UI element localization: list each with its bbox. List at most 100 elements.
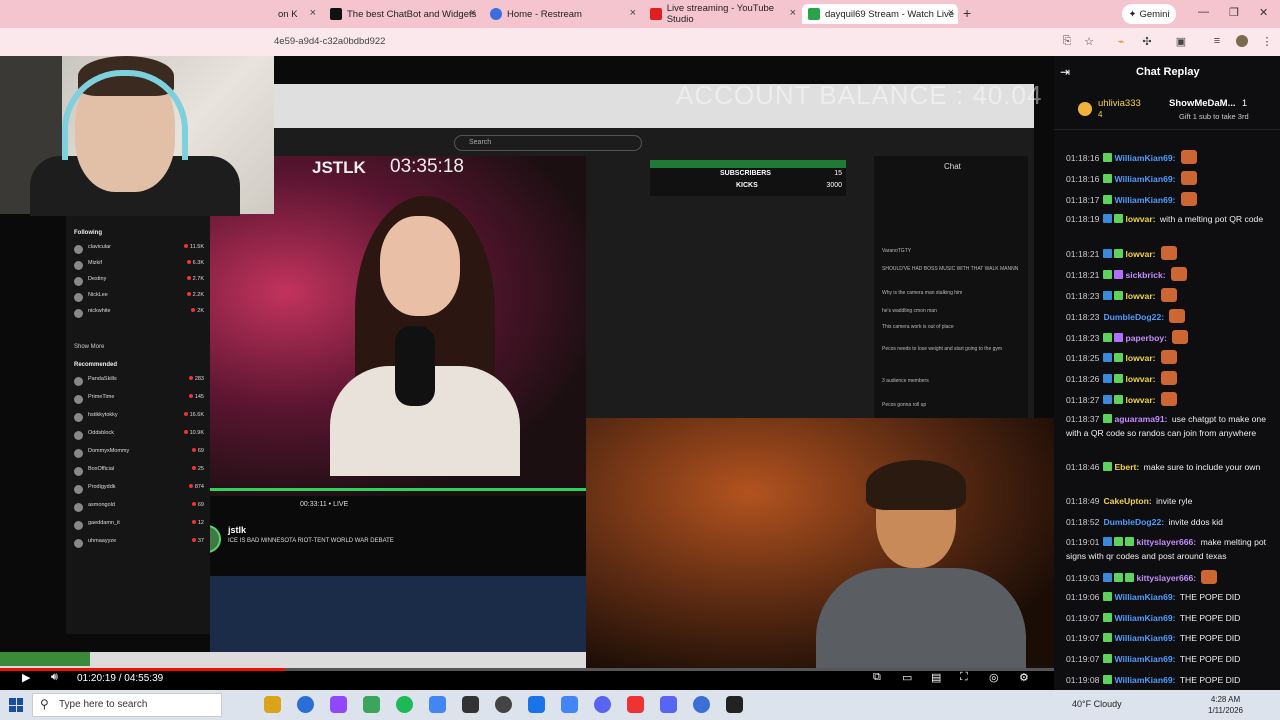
close-window-icon[interactable]: ✕ [1259, 6, 1268, 19]
browser-tab[interactable]: Home - Restream × [484, 4, 640, 24]
close-icon[interactable]: × [790, 7, 796, 19]
taskbar-app-icon[interactable] [627, 696, 644, 713]
taskbar-clock[interactable]: 4:28 AM 1/11/2026 [1208, 694, 1243, 716]
chat-username[interactable]: Ebert: [1114, 462, 1139, 472]
chat-username[interactable]: lowvar: [1125, 214, 1155, 224]
theater-mode-icon[interactable]: ▭ [902, 671, 912, 684]
recommended-item[interactable]: BoxOfficial 25 [74, 466, 204, 478]
minimize-icon[interactable]: — [1198, 6, 1209, 18]
seek-bar[interactable] [0, 668, 1054, 671]
chat-username[interactable]: WilliamKian69: [1114, 654, 1175, 664]
close-icon[interactable]: × [630, 7, 636, 19]
profile-avatar[interactable] [1236, 35, 1248, 47]
following-item[interactable]: nickwhite 2K [74, 308, 204, 320]
gemini-button[interactable]: ✦ Gemini [1122, 4, 1176, 24]
chat-username[interactable]: lowvar: [1125, 353, 1155, 363]
recommended-item[interactable]: uhmaayyze 37 [74, 538, 204, 550]
bookmark-star-icon[interactable]: ☆ [1082, 35, 1096, 49]
restore-icon[interactable]: ❐ [1229, 6, 1239, 19]
chat-username[interactable]: sickbrick: [1125, 270, 1165, 280]
recommended-item[interactable]: gaeddamn_it 12 [74, 520, 204, 532]
chat-username[interactable]: lowvar: [1125, 374, 1155, 384]
leader-username[interactable]: uhlivia333 [1098, 98, 1141, 109]
browser-tab[interactable]: Live streaming - YouTube Studio × [644, 3, 800, 25]
user-badge-icon [1103, 153, 1113, 162]
taskbar-app-icon[interactable] [462, 696, 479, 713]
following-item[interactable]: NickLee 2.2K [74, 292, 204, 304]
taskbar-app-icon[interactable] [726, 696, 743, 713]
chat-username[interactable]: DumbleDog22: [1103, 312, 1164, 322]
chat-collapse-icon[interactable]: ⇥ [1060, 65, 1070, 79]
chat-username[interactable]: paperboy: [1125, 333, 1167, 343]
miniplayer-icon[interactable]: ⧉ [873, 671, 881, 684]
second-username[interactable]: ShowMeDaM... [1169, 98, 1236, 109]
taskbar-app-icon[interactable] [660, 696, 677, 713]
chat-username[interactable]: aguarama91: [1114, 414, 1167, 424]
chat-username[interactable]: lowvar: [1125, 291, 1155, 301]
chat-username[interactable]: lowvar: [1125, 249, 1155, 259]
close-icon[interactable]: × [948, 7, 954, 19]
captions-icon[interactable]: ▤ [931, 671, 941, 684]
windows-start-icon[interactable] [9, 698, 23, 712]
chat-username[interactable]: lowvar: [1125, 395, 1155, 405]
page-icon[interactable]: ⎘ [1060, 35, 1074, 49]
taskbar-app-icon[interactable] [693, 696, 710, 713]
weather-widget[interactable]: 40°F Cloudy [1072, 699, 1122, 709]
play-icon[interactable]: ▶ [22, 671, 30, 684]
recommended-item[interactable]: Prodigyddk 874 [74, 484, 204, 496]
recommended-item[interactable]: PandaSkills 283 [74, 376, 204, 388]
video-player[interactable]: Search SUBSCRIBERS 15 KICKS 3000 ACCOUNT… [0, 56, 1054, 668]
stream-timer: 03:35:18 [390, 156, 464, 177]
chat-username[interactable]: DumbleDog22: [1103, 517, 1164, 527]
inner-chat-line: Pecos gonna roll up [882, 402, 927, 408]
new-tab-button[interactable]: + [963, 5, 971, 21]
browser-tab[interactable]: on K × [272, 4, 320, 24]
taskbar-app-icon[interactable] [264, 696, 281, 713]
reading-list-icon[interactable]: ≡ [1210, 35, 1224, 49]
chat-username[interactable]: WilliamKian69: [1114, 195, 1175, 205]
chat-username[interactable]: WilliamKian69: [1114, 153, 1175, 163]
taskbar-app-icon[interactable] [528, 696, 545, 713]
media-icon[interactable]: ▣ [1174, 35, 1188, 49]
chat-username[interactable]: WilliamKian69: [1114, 613, 1175, 623]
recommended-item[interactable]: PrimeTime 145 [74, 394, 204, 406]
chat-timestamp: 01:18:37 [1066, 414, 1100, 424]
url-text[interactable]: 4e59-a9d4-c32a0bdbd922 [274, 36, 385, 47]
chat-username[interactable]: WilliamKian69: [1114, 675, 1175, 685]
more-menu-icon[interactable]: ⋮ [1260, 35, 1274, 49]
playback-speed-icon[interactable]: ◎ [989, 671, 999, 684]
recommended-item[interactable]: hstikkytokky 16.6K [74, 412, 204, 424]
extension-rss-icon[interactable]: ⌁ [1114, 35, 1128, 49]
chat-username[interactable]: CakeUpton: [1103, 496, 1151, 506]
close-icon[interactable]: × [310, 7, 316, 19]
following-item[interactable]: clavicular 11.5K [74, 244, 204, 256]
taskbar-app-icon[interactable] [561, 696, 578, 713]
taskbar-app-icon[interactable] [495, 696, 512, 713]
taskbar-app-icon[interactable] [330, 696, 347, 713]
extensions-puzzle-icon[interactable]: ✣ [1140, 35, 1154, 49]
chat-username[interactable]: kittyslayer666: [1136, 537, 1196, 547]
recommended-item[interactable]: Oddsblock 10.9K [74, 430, 204, 442]
settings-gear-icon[interactable]: ⚙ [1019, 671, 1029, 684]
chat-username[interactable]: kittyslayer666: [1136, 573, 1196, 583]
taskbar-app-icon[interactable] [429, 696, 446, 713]
show-more-link[interactable]: Show More [74, 344, 104, 350]
chat-text: invite ryle [1153, 496, 1193, 506]
chat-username[interactable]: WilliamKian69: [1114, 633, 1175, 643]
taskbar-app-icon[interactable] [297, 696, 314, 713]
chat-username[interactable]: WilliamKian69: [1114, 592, 1175, 602]
following-item[interactable]: Mizkif 6.3K [74, 260, 204, 272]
chat-username[interactable]: WilliamKian69: [1114, 174, 1175, 184]
recommended-item[interactable]: asmongold 69 [74, 502, 204, 514]
volume-icon[interactable]: 🔊︎ [51, 671, 58, 684]
recommended-item[interactable]: DommyxMommy 69 [74, 448, 204, 460]
fullscreen-icon[interactable]: ⛶ [960, 671, 968, 684]
taskbar-app-icon[interactable] [363, 696, 380, 713]
taskbar-app-icon[interactable] [594, 696, 611, 713]
following-item[interactable]: Destiny 2.7K [74, 276, 204, 288]
taskbar-search-input[interactable]: Type here to search [32, 693, 222, 717]
close-icon[interactable]: × [470, 7, 476, 19]
taskbar-app-icon[interactable] [396, 696, 413, 713]
browser-tab-active[interactable]: dayquil69 Stream - Watch Live × [802, 4, 958, 24]
browser-tab[interactable]: The best ChatBot and Widgets × [324, 4, 480, 24]
